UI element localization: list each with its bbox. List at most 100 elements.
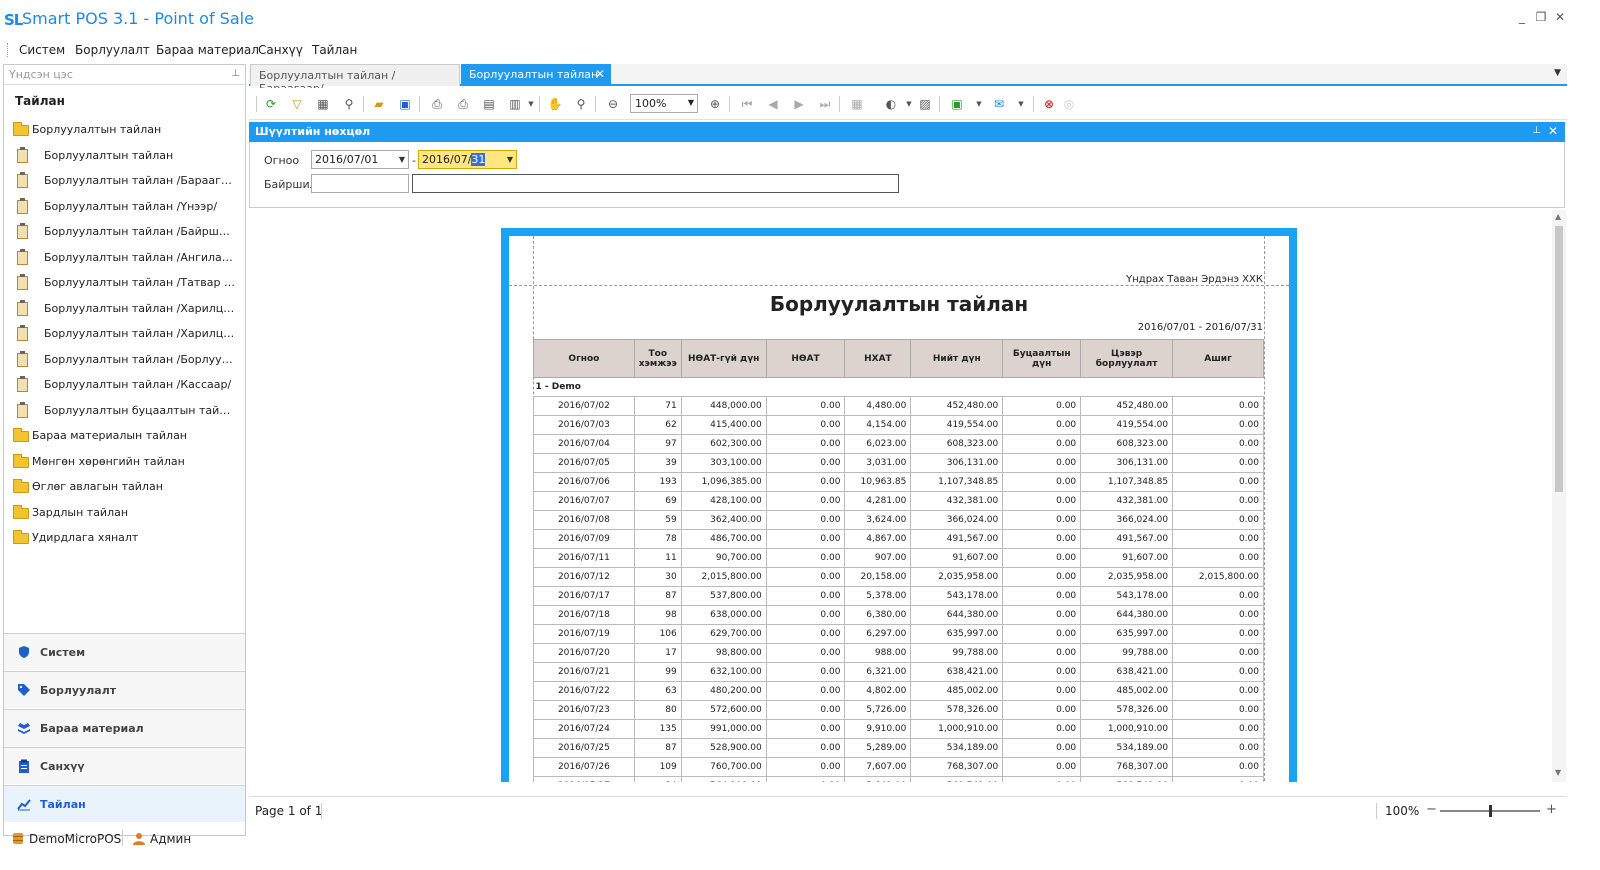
- find-icon[interactable]: ⚲: [341, 96, 357, 112]
- column-header-net-sales[interactable]: Цэвэр борлуулалт: [1080, 339, 1174, 378]
- horizontal-scrollbar[interactable]: [249, 782, 1553, 796]
- scroll-thumb[interactable]: [1555, 226, 1563, 492]
- zoom-in-button[interactable]: +: [1546, 802, 1557, 817]
- tree-folder-item[interactable]: Борлуулалтын тайлан: [4, 119, 245, 141]
- scale-dropdown-icon[interactable]: ▼: [523, 96, 539, 112]
- cell-profit: 0.00: [1172, 681, 1264, 701]
- page-setup-icon[interactable]: ▤: [481, 96, 497, 112]
- scale-icon[interactable]: ▥: [507, 96, 523, 112]
- watermark-icon[interactable]: ▨: [917, 96, 933, 112]
- column-header-vat[interactable]: НӨАТ: [765, 339, 846, 378]
- tab-list-dropdown-icon[interactable]: ▼: [1554, 68, 1561, 78]
- tree-folder-item[interactable]: Зардлын тайлан: [4, 502, 245, 524]
- column-header-total[interactable]: Нийт дүн: [910, 339, 1004, 378]
- zoom-in-icon[interactable]: ⊕: [707, 96, 723, 112]
- close-tab-icon[interactable]: ✕: [595, 67, 605, 81]
- export-dropdown-icon[interactable]: ▼: [971, 96, 987, 112]
- menu-finance[interactable]: Санхүү: [258, 43, 303, 57]
- location-code-field[interactable]: [311, 174, 409, 193]
- restore-icon[interactable]: ❐: [1533, 10, 1549, 24]
- cell-vat: 0.00: [765, 586, 846, 606]
- email-dropdown-icon[interactable]: ▼: [1013, 96, 1029, 112]
- tree-report-item[interactable]: Борлуулалтын тайлан /Бараагаар/: [4, 170, 245, 192]
- zoom-out-icon[interactable]: ⊖: [605, 96, 621, 112]
- menu-grip: [7, 43, 9, 57]
- date-to-field[interactable]: 2016/07/31 ▼: [418, 150, 517, 169]
- tree-report-item[interactable]: Борлуулалтын тайлан /Үнээр/: [4, 196, 245, 218]
- print-dialog-icon[interactable]: ⎙: [429, 96, 445, 112]
- cell-total: 534,189.00: [910, 738, 1004, 758]
- column-header-quantity[interactable]: Тоо хэмжээ: [633, 339, 682, 378]
- zoom-out-button[interactable]: −: [1426, 802, 1437, 817]
- menu-reports[interactable]: Тайлан: [312, 43, 357, 57]
- multiple-pages-icon[interactable]: ▦: [849, 96, 865, 112]
- previous-page-icon[interactable]: ◀: [765, 96, 781, 112]
- stop-icon[interactable]: ◎: [1061, 96, 1077, 112]
- save-icon[interactable]: ▣: [397, 96, 413, 112]
- zoom-select[interactable]: 100% ▼: [630, 94, 698, 113]
- first-page-icon[interactable]: ⏮: [739, 96, 755, 112]
- filter-icon[interactable]: ▽: [289, 96, 305, 112]
- tree-report-item[interactable]: Борлуулалтын буцаалтын тайлан: [4, 400, 245, 422]
- last-page-icon[interactable]: ⏭: [817, 96, 833, 112]
- tree-folder-item[interactable]: Өглөг авлагын тайлан: [4, 476, 245, 498]
- tree-report-item[interactable]: Борлуулалтын тайлан /Харилцагча...: [4, 323, 245, 345]
- tree-report-item[interactable]: Борлуулалтын тайлан /Борлуулагч...: [4, 349, 245, 371]
- close-icon[interactable]: ✕: [1548, 124, 1558, 138]
- tree-report-item[interactable]: Борлуулалтын тайлан /Харилцагча...: [4, 298, 245, 320]
- tree-folder-item[interactable]: Бараа материалын тайлан: [4, 425, 245, 447]
- cell-total: 491,567.00: [910, 529, 1004, 549]
- nav-system-button[interactable]: Систем: [4, 633, 245, 670]
- export-icon[interactable]: ▣: [949, 96, 965, 112]
- background-dropdown-icon[interactable]: ▼: [901, 96, 917, 112]
- refresh-icon[interactable]: ⟳: [263, 96, 279, 112]
- next-page-icon[interactable]: ▶: [791, 96, 807, 112]
- send-email-icon[interactable]: ✉: [991, 96, 1007, 112]
- cell-date: 2016/07/08: [533, 510, 635, 530]
- zoom-slider-handle[interactable]: [1489, 805, 1492, 817]
- app-logo: SL: [4, 11, 23, 29]
- close-preview-icon[interactable]: ⊗: [1041, 96, 1057, 112]
- nav-inventory-button[interactable]: Бараа материал: [4, 709, 245, 746]
- quick-print-icon[interactable]: ⎙: [455, 96, 471, 112]
- pin-icon[interactable]: ⊥: [231, 68, 240, 79]
- menu-inventory[interactable]: Бараа материал: [156, 43, 259, 57]
- tree-report-item[interactable]: Борлуулалтын тайлан /Татвар тел...: [4, 272, 245, 294]
- tree-report-item[interactable]: Борлуулалтын тайлан /Кассаар/: [4, 374, 245, 396]
- tree-report-item[interactable]: Борлуулалтын тайлан: [4, 145, 245, 167]
- hand-tool-icon[interactable]: ✋: [547, 96, 563, 112]
- tab-sales-report-by-item[interactable]: Борлуулалтын тайлан /Бараагаар/: [250, 64, 460, 95]
- tree-report-item[interactable]: Борлуулалтын тайлан /Байршилаар/: [4, 221, 245, 243]
- date-from-field[interactable]: 2016/07/01 ▼: [311, 150, 409, 169]
- column-header-date[interactable]: Огноо: [533, 339, 635, 378]
- nav-reports-button[interactable]: Тайлан: [4, 785, 245, 822]
- magnifier-icon[interactable]: ⚲: [573, 96, 589, 112]
- tree-folder-item[interactable]: Удирдлага хяналт: [4, 527, 245, 549]
- nav-finance-button[interactable]: Санхүү: [4, 747, 245, 784]
- tree-folder-item[interactable]: Мөнгөн хөрөнгийн тайлан: [4, 451, 245, 473]
- cell-city-tax: 4,154.00: [844, 415, 912, 435]
- column-header-amount-excl-vat[interactable]: НӨАТ-гүй дүн: [680, 339, 767, 378]
- cell-net-sales: 608,323.00: [1080, 434, 1174, 454]
- scroll-down-icon[interactable]: ▼: [1555, 768, 1561, 777]
- pin-icon[interactable]: ⊥: [1532, 125, 1541, 136]
- column-header-city-tax[interactable]: НХАТ: [844, 339, 912, 378]
- column-header-returns[interactable]: Буцаалтын дүн: [1002, 339, 1082, 378]
- background-color-icon[interactable]: ◐: [883, 96, 899, 112]
- menu-system[interactable]: Систем: [19, 43, 65, 57]
- filter-panel: Огноо 2016/07/01 ▼ - 2016/07/31 ▼ Байрши…: [249, 142, 1565, 208]
- tab-sales-report[interactable]: Борлуулалтын тайлан ✕: [461, 64, 611, 86]
- column-header-profit[interactable]: Ашиг: [1172, 339, 1264, 378]
- location-name-field[interactable]: [412, 174, 899, 193]
- open-icon[interactable]: ▰: [371, 96, 387, 112]
- menu-sales[interactable]: Борлуулалт: [75, 43, 150, 57]
- cell-net-sales: 485,002.00: [1080, 681, 1174, 701]
- close-window-icon[interactable]: ✕: [1552, 10, 1568, 24]
- tree-report-item[interactable]: Борлуулалтын тайлан /Ангилалаар/: [4, 247, 245, 269]
- scroll-up-icon[interactable]: ▲: [1555, 212, 1561, 221]
- parameters-icon[interactable]: ▦: [315, 96, 331, 112]
- minimize-icon[interactable]: _: [1514, 10, 1530, 24]
- nav-sales-button[interactable]: Борлуулалт: [4, 671, 245, 708]
- vertical-scrollbar[interactable]: ▲ ▼: [1552, 210, 1566, 782]
- cell-returns: 0.00: [1002, 472, 1082, 492]
